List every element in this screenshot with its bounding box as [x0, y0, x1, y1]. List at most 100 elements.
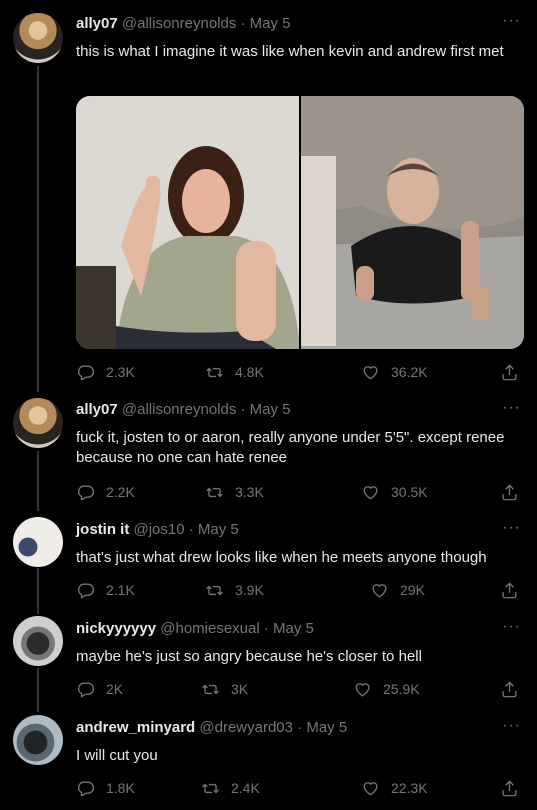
tweet-date[interactable]: · May 5: [241, 15, 291, 32]
retweet-count: 2.4K: [231, 780, 260, 796]
reply-icon: [78, 364, 95, 381]
like-count: 36.2K: [391, 364, 428, 380]
heart-icon: [363, 781, 378, 796]
reply-button[interactable]: 1.8K: [76, 776, 135, 800]
display-name[interactable]: andrew_minyard: [76, 719, 195, 736]
tweet[interactable]: andrew_minyard @drewyard03 · May 5 ··· I…: [0, 705, 537, 810]
tweet-date[interactable]: · May 5: [264, 620, 314, 637]
user-handle[interactable]: @drewyard03: [199, 719, 293, 736]
user-handle[interactable]: @homiesexual: [160, 620, 259, 637]
reply-button[interactable]: 2.2K: [76, 480, 135, 504]
tweet-media[interactable]: [76, 96, 524, 349]
tweet-actions: 2.1K 3.9K 29K: [76, 578, 526, 602]
retweet-button[interactable]: 3K: [201, 677, 248, 701]
retweet-count: 3.9K: [235, 582, 264, 598]
tweet-actions: 2.2K 3.3K 30.5K: [76, 480, 526, 504]
tweet[interactable]: ally07 @allisonreynolds · May 5 ··· fuck…: [0, 395, 537, 505]
like-count: 30.5K: [391, 484, 428, 500]
retweet-icon: [202, 783, 219, 793]
like-count: 29K: [400, 582, 425, 598]
tweet-header: jostin it @jos10 · May 5: [76, 520, 239, 540]
display-name[interactable]: jostin it: [76, 521, 129, 538]
heart-icon: [355, 682, 370, 697]
avatar[interactable]: [13, 398, 63, 448]
share-icon: [502, 581, 517, 598]
retweet-count: 4.8K: [235, 364, 264, 380]
reply-count: 2.1K: [106, 582, 135, 598]
reply-button[interactable]: 2.3K: [76, 360, 135, 384]
tweet-date[interactable]: · May 5: [241, 401, 291, 418]
tweet[interactable]: jostin it @jos10 · May 5 ··· that's just…: [0, 505, 537, 605]
retweet-button[interactable]: 2.4K: [201, 776, 260, 800]
reply-button[interactable]: 2K: [76, 677, 123, 701]
user-handle[interactable]: @allisonreynolds: [122, 15, 236, 32]
tweet-header: ally07 @allisonreynolds · May 5: [76, 400, 291, 420]
retweet-button[interactable]: 4.8K: [205, 360, 264, 384]
retweet-count: 3K: [231, 681, 249, 697]
reply-button[interactable]: 2.1K: [76, 578, 135, 602]
tweet-photo-woman[interactable]: [76, 96, 299, 349]
reply-count: 2K: [106, 681, 124, 697]
tweet-actions: 1.8K 2.4K 22.3K: [76, 776, 526, 800]
avatar[interactable]: [13, 715, 63, 765]
display-name[interactable]: ally07: [76, 401, 118, 418]
heart-icon: [363, 365, 378, 380]
share-icon: [502, 680, 517, 697]
share-icon: [502, 363, 517, 380]
like-count: 25.9K: [383, 681, 420, 697]
tweet-text: fuck it, josten to or aaron, really anyo…: [76, 429, 505, 466]
display-name[interactable]: ally07: [76, 15, 118, 32]
retweet-icon: [206, 367, 223, 377]
retweet-button[interactable]: 3.9K: [205, 578, 264, 602]
tweet-header: andrew_minyard @drewyard03 · May 5: [76, 718, 347, 738]
user-handle[interactable]: @jos10: [134, 521, 185, 538]
tweet-date[interactable]: · May 5: [297, 719, 347, 736]
reply-icon: [78, 780, 95, 797]
tweet[interactable]: nickyyyyyy @homiesexual · May 5 ··· mayb…: [0, 605, 537, 705]
like-count: 22.3K: [391, 780, 428, 796]
reply-count: 2.2K: [106, 484, 135, 500]
avatar[interactable]: [13, 616, 63, 666]
retweet-icon: [206, 487, 223, 497]
retweet-icon: [206, 585, 223, 595]
share-button[interactable]: [500, 578, 519, 602]
user-handle[interactable]: @allisonreynolds: [122, 401, 236, 418]
tweet[interactable]: ally07 @allisonreynolds · May 5 ··· this…: [0, 0, 537, 395]
tweet-text: maybe he's just so angry because he's cl…: [76, 648, 422, 665]
tweet-text: I will cut you: [76, 747, 158, 764]
more-options-icon[interactable]: ···: [502, 718, 521, 734]
share-button[interactable]: [500, 677, 519, 701]
tweet-header: nickyyyyyy @homiesexual · May 5: [76, 619, 314, 639]
share-button[interactable]: [500, 776, 519, 800]
like-button[interactable]: 22.3K: [361, 776, 428, 800]
reply-icon: [78, 484, 95, 501]
tweet-text: this is what I imagine it was like when …: [76, 43, 504, 60]
like-button[interactable]: 36.2K: [361, 360, 428, 384]
reply-icon: [78, 582, 95, 599]
tweet-actions: 2K 3K 25.9K: [76, 677, 526, 701]
share-button[interactable]: [500, 480, 519, 504]
retweet-button[interactable]: 3.3K: [205, 480, 264, 504]
tweet-photo-man[interactable]: [301, 96, 524, 349]
retweet-icon: [202, 684, 219, 694]
tweet-actions: 2.3K 4.8K 36.2K: [76, 360, 526, 384]
more-options-icon[interactable]: ···: [502, 13, 521, 29]
like-button[interactable]: 25.9K: [353, 677, 420, 701]
like-button[interactable]: 29K: [370, 578, 425, 602]
tweet-date[interactable]: · May 5: [189, 521, 239, 538]
share-icon: [502, 779, 517, 796]
avatar[interactable]: [13, 517, 63, 567]
more-options-icon[interactable]: ···: [502, 619, 521, 635]
share-button[interactable]: [500, 360, 519, 384]
more-options-icon[interactable]: ···: [502, 400, 521, 416]
retweet-count: 3.3K: [235, 484, 264, 500]
heart-icon: [372, 583, 387, 598]
tweet-header: ally07 @allisonreynolds · May 5: [76, 14, 291, 34]
tweet-text: that's just what drew looks like when he…: [76, 549, 487, 566]
share-icon: [502, 483, 517, 500]
display-name[interactable]: nickyyyyyy: [76, 620, 156, 637]
avatar[interactable]: [13, 13, 63, 63]
more-options-icon[interactable]: ···: [502, 520, 521, 536]
like-button[interactable]: 30.5K: [361, 480, 428, 504]
photo-illustration: [76, 96, 299, 349]
